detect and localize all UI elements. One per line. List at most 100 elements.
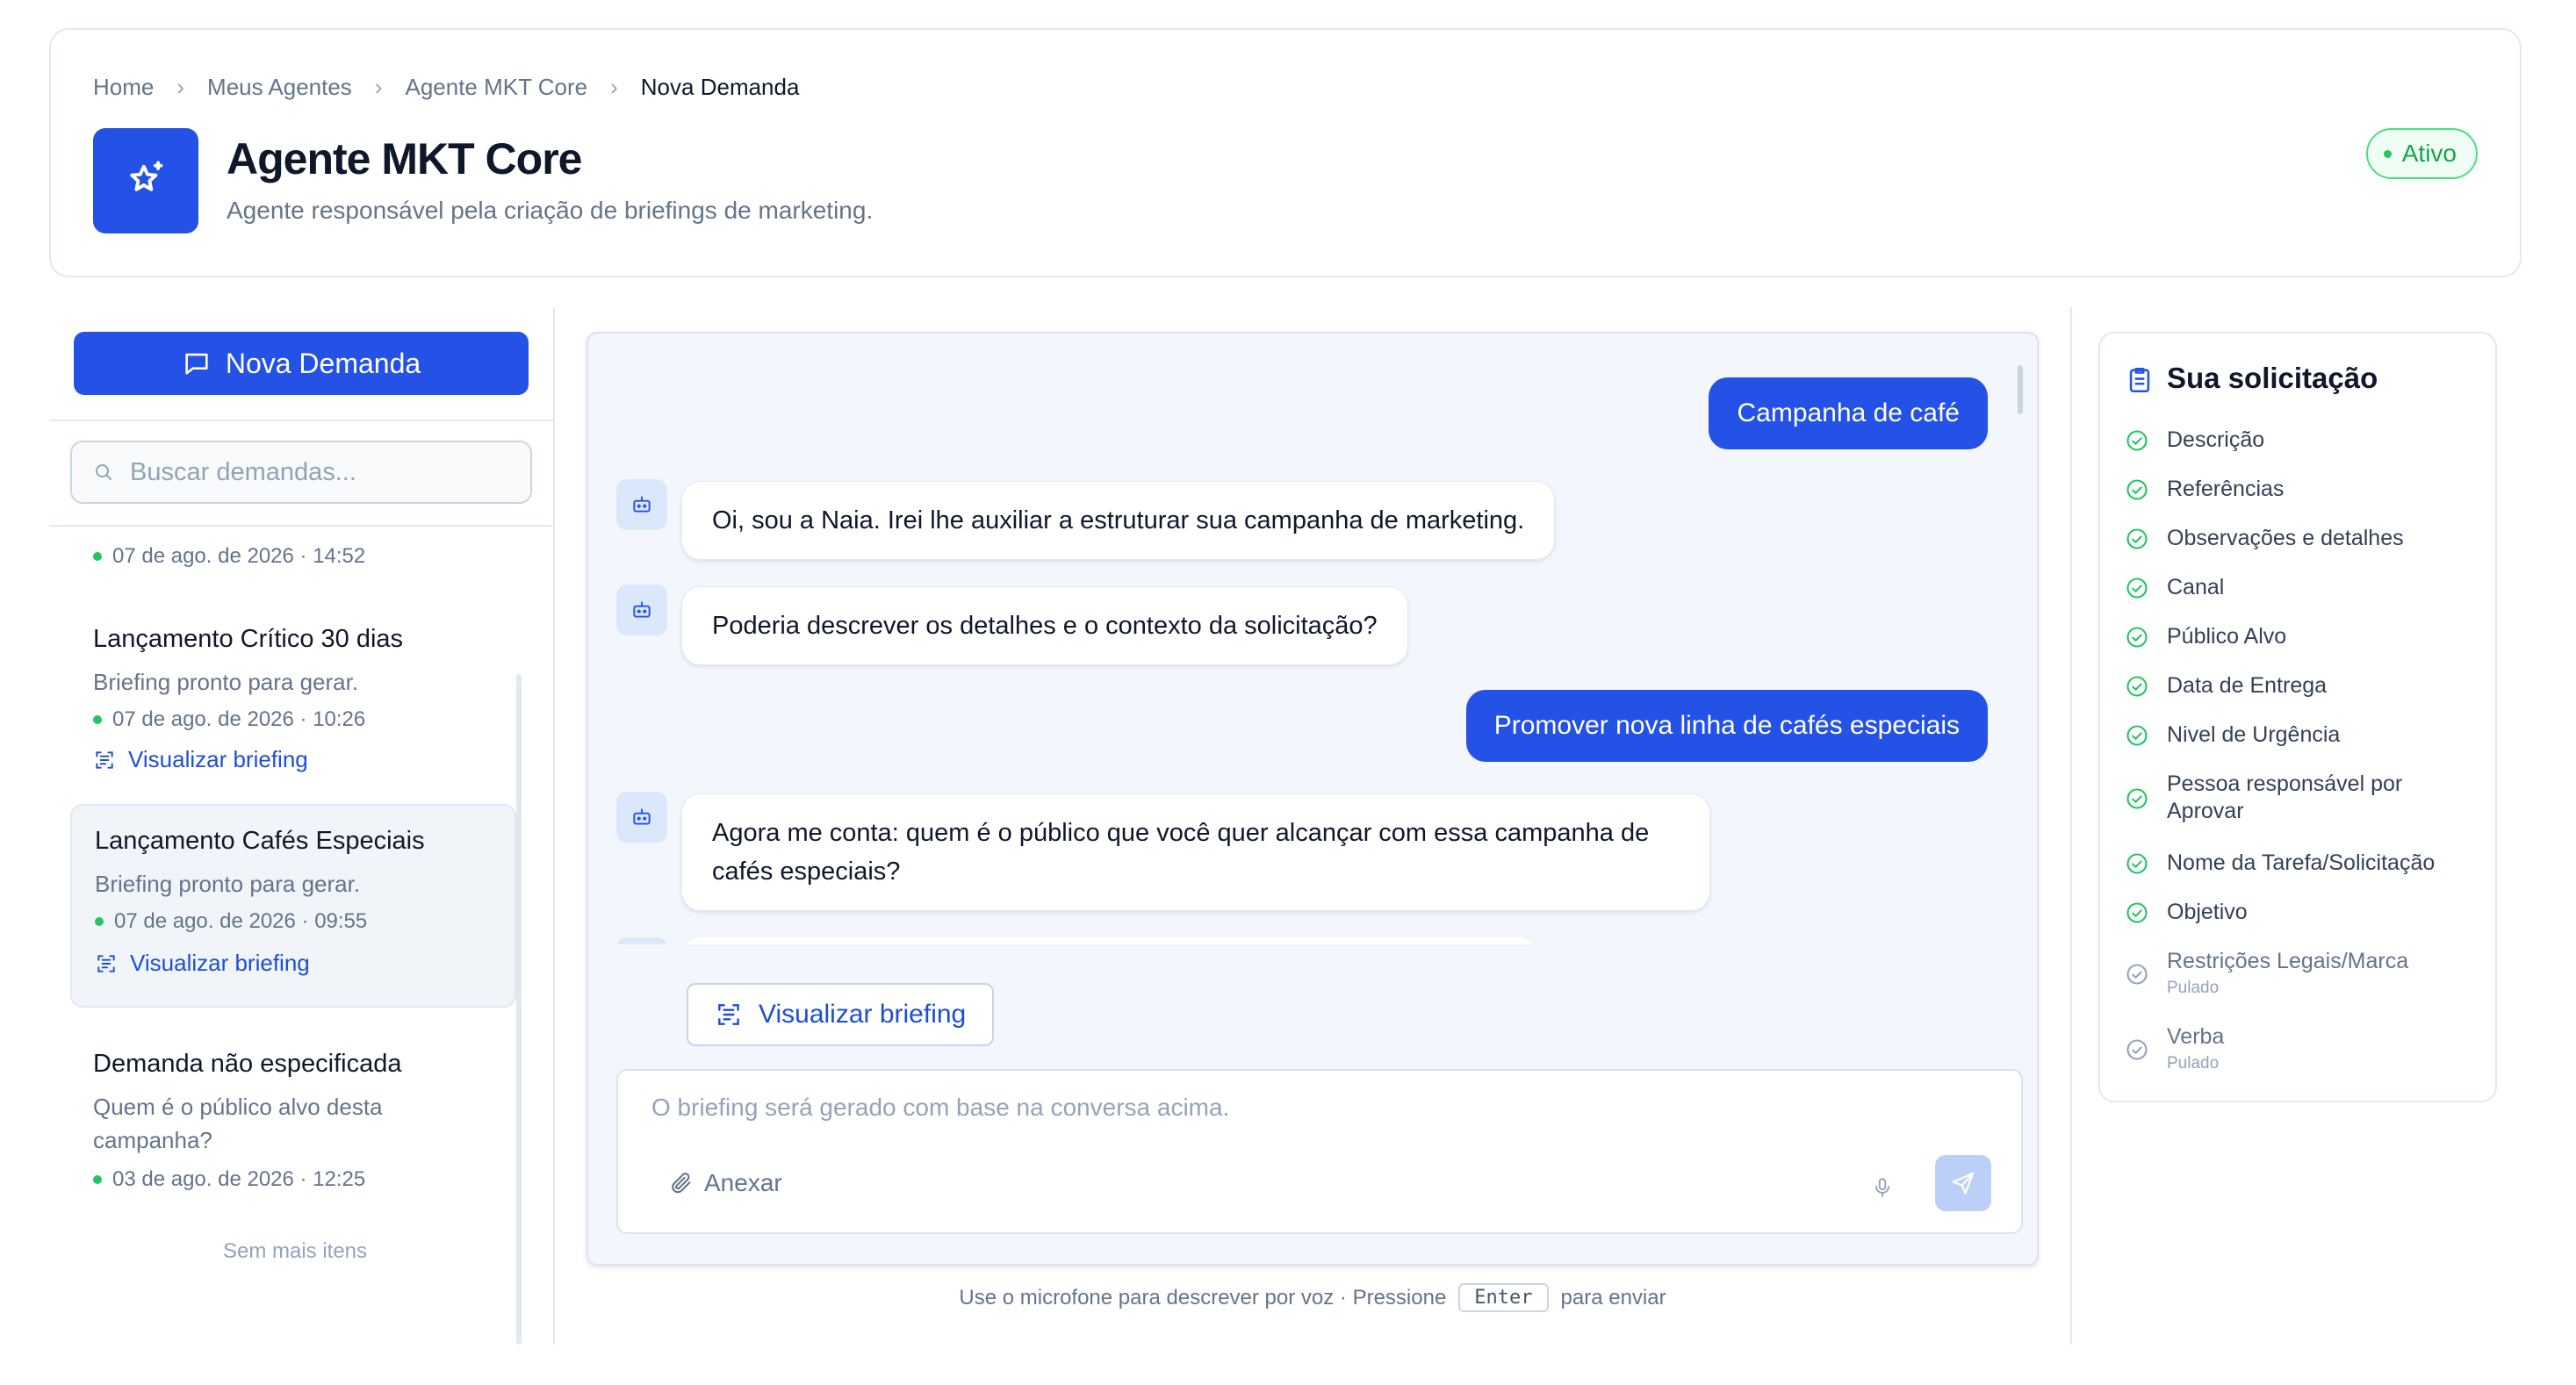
view-briefing-link[interactable]: Visualizar briefing: [93, 746, 308, 773]
checklist-label: Pessoa responsável por Aprovar: [2167, 771, 2403, 823]
item-date: 07 de ago. de 2026 · 09:55: [114, 909, 368, 933]
breadcrumb-separator-icon: ›: [374, 74, 383, 100]
breadcrumb-separator-icon: ›: [610, 74, 618, 100]
item-meta: 07 de ago. de 2026 · 14:52: [93, 544, 365, 569]
chat-scrollbar[interactable]: [2018, 365, 2023, 414]
checklist-item: Nivel de Urgência: [2125, 721, 2485, 749]
send-button[interactable]: [1935, 1155, 1991, 1211]
page-title: Agente MKT Core: [227, 134, 582, 183]
check-circle-icon: [2126, 788, 2148, 809]
status-badge: Ativo: [2365, 128, 2478, 179]
status-dot-icon: [93, 552, 102, 561]
checklist-item: Objetivo: [2125, 899, 2485, 926]
view-briefing-button[interactable]: Visualizar briefing: [687, 983, 995, 1046]
bot-message-partial: [681, 936, 1538, 944]
divider: [2070, 307, 2072, 1345]
skipped-label: Pulado: [2167, 1054, 2220, 1073]
check-circle-icon: [2126, 479, 2148, 500]
status-dot-icon: [2383, 149, 2392, 158]
bot-message: Poderia descrever os detalhes e o contex…: [681, 586, 1408, 665]
search-field: [70, 441, 532, 504]
list-item-partial[interactable]: 07 de ago. de 2026 · 14:52: [70, 527, 516, 597]
item-meta: 07 de ago. de 2026 · 09:55: [95, 909, 367, 934]
checklist-item: Data de Entrega: [2125, 672, 2485, 700]
checklist-label: Descrição: [2167, 427, 2265, 452]
check-circle-icon: [2126, 853, 2148, 874]
sparkle-star-icon: [130, 161, 163, 191]
checklist-text: Restrições Legais/Marca Pulado: [2167, 948, 2408, 998]
send-icon: [1952, 1172, 1975, 1195]
checklist-label: Restrições Legais/Marca: [2167, 949, 2409, 973]
checklist-item: Nome da Tarefa/Solicitação: [2125, 850, 2485, 877]
new-demand-label: Nova Demanda: [225, 347, 421, 379]
checklist-label: Observações e detalhes: [2167, 526, 2404, 550]
check-circle-icon: [2126, 963, 2148, 985]
robot-icon: [633, 496, 651, 513]
robot-icon: [633, 601, 651, 618]
check-circle-icon: [2126, 430, 2148, 451]
list-item[interactable]: Demanda não especificada Quem é o públic…: [70, 1022, 516, 1197]
checklist-label: Público Alvo: [2167, 624, 2287, 649]
scan-document-icon: [718, 1004, 739, 1025]
list-item-selected[interactable]: Lançamento Cafés Especiais Briefing pron…: [70, 804, 516, 1008]
view-briefing-link[interactable]: Visualizar briefing: [95, 950, 310, 977]
agent-logo: [93, 128, 198, 233]
checklist-label: Referências: [2167, 477, 2285, 501]
item-meta: 03 de ago. de 2026 · 12:25: [93, 1167, 365, 1192]
checklist-item: Observações e detalhes: [2125, 525, 2485, 552]
agent-header: Home › Meus Agentes › Agente MKT Core › …: [49, 28, 2522, 277]
bot-message: Agora me conta: quem é o público que voc…: [681, 793, 1710, 911]
scan-document-icon: [96, 750, 113, 769]
skipped-label: Pulado: [2167, 979, 2220, 997]
breadcrumb-agente[interactable]: Agente MKT Core: [405, 74, 587, 101]
new-demand-button[interactable]: Nova Demanda: [74, 332, 529, 395]
list-item[interactable]: Lançamento Crítico 30 dias Briefing pron…: [70, 597, 516, 772]
checklist-item-skipped: Verba Pulado: [2125, 1023, 2485, 1073]
status-dot-icon: [93, 715, 102, 724]
checklist-item: Descrição: [2125, 427, 2485, 454]
sidebar-scrollbar[interactable]: [516, 674, 522, 1345]
input-hint: Use o microfone para descrever por voz ·…: [586, 1283, 2039, 1312]
hint-text-after: para enviar: [1560, 1285, 1666, 1310]
request-title: Sua solicitação: [2167, 362, 2378, 394]
checklist-item-skipped: Restrições Legais/Marca Pulado: [2125, 948, 2485, 998]
item-title: Demanda não especificada: [93, 1050, 402, 1078]
bot-avatar: [616, 585, 667, 635]
bot-message: Oi, sou a Naia. Irei lhe auxiliar a estr…: [681, 481, 1556, 560]
hint-text-before: Use o microfone para descrever por voz ·…: [959, 1285, 1447, 1310]
item-description: Quem é o público alvo desta campanha?: [93, 1094, 383, 1153]
checklist-label: Nome da Tarefa/Solicitação: [2167, 850, 2436, 875]
bot-avatar: [616, 937, 667, 944]
check-circle-icon: [2126, 528, 2148, 549]
search-input[interactable]: [130, 457, 516, 487]
checklist-text: Verba Pulado: [2167, 1023, 2224, 1073]
check-circle-icon: [2126, 725, 2148, 746]
message-input[interactable]: [651, 1094, 1968, 1137]
agent-description: Agente responsável pela criação de brief…: [227, 197, 874, 224]
check-circle-icon: [2126, 676, 2148, 697]
checklist-item: Público Alvo: [2125, 623, 2485, 650]
view-briefing-label: Visualizar briefing: [759, 1000, 967, 1029]
checklist-label: Verba: [2167, 1024, 2225, 1049]
view-briefing-label: Visualizar briefing: [130, 950, 310, 976]
microphone-icon: [1874, 1178, 1890, 1197]
attach-button[interactable]: Anexar: [669, 1169, 782, 1197]
demands-list[interactable]: 07 de ago. de 2026 · 14:52 Lançamento Cr…: [49, 527, 553, 1345]
check-circle-icon: [2126, 578, 2148, 599]
status-dot-icon: [95, 917, 104, 926]
chat-bubble-icon: [185, 353, 208, 375]
chat-panel: Campanha de café Oi, sou a Naia. Irei lh…: [586, 332, 2039, 1266]
item-title: Lançamento Cafés Especiais: [95, 827, 425, 855]
breadcrumb: Home › Meus Agentes › Agente MKT Core › …: [93, 74, 799, 101]
microphone-button[interactable]: [1865, 1167, 1900, 1208]
user-message: Campanha de café: [1709, 377, 1988, 449]
check-circle-icon: [2126, 1038, 2148, 1060]
chat-messages[interactable]: Campanha de café Oi, sou a Naia. Irei lh…: [588, 334, 2037, 944]
item-date: 03 de ago. de 2026 · 12:25: [112, 1167, 366, 1191]
breadcrumb-meus-agentes[interactable]: Meus Agentes: [207, 74, 352, 101]
breadcrumb-home[interactable]: Home: [93, 74, 154, 101]
checklist-label: Canal: [2167, 575, 2225, 599]
check-circle-icon: [2126, 627, 2148, 648]
check-circle-icon: [2126, 902, 2148, 923]
status-dot-icon: [93, 1175, 102, 1184]
